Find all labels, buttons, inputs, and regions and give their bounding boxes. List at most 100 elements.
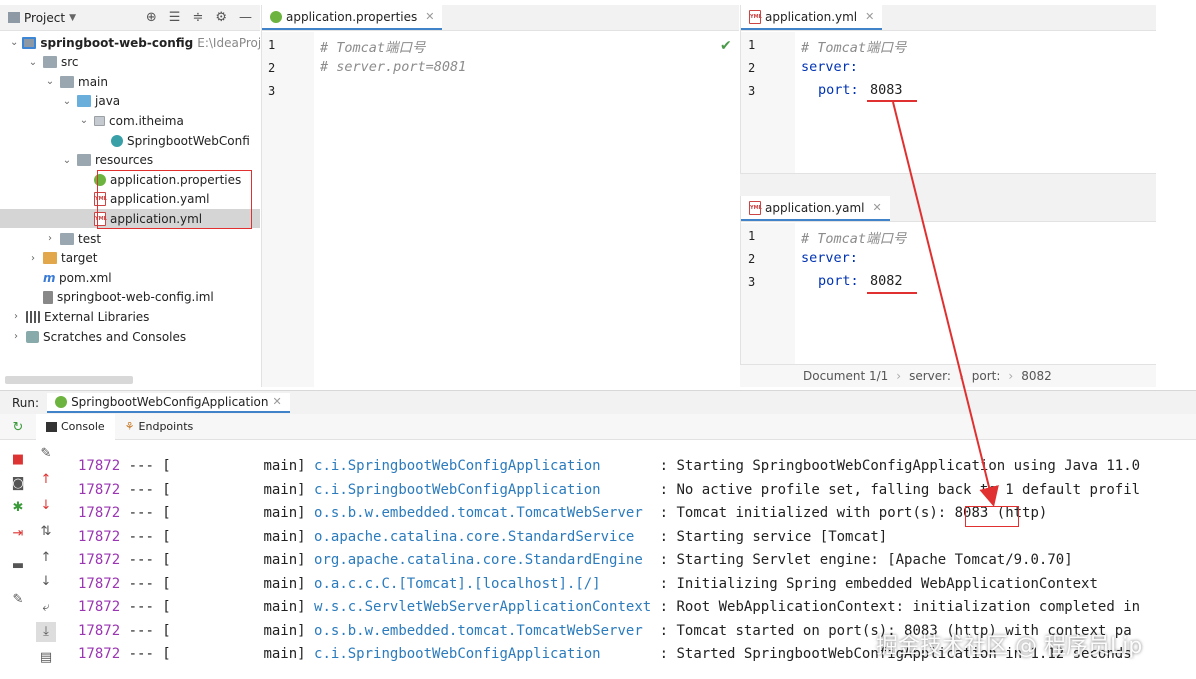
gear-icon[interactable]: ⚙	[215, 10, 227, 25]
debug-icon[interactable]: ✱	[8, 498, 28, 518]
chevron-down-icon[interactable]: ⌄	[27, 57, 39, 68]
chevron-right-icon[interactable]: ›	[44, 233, 56, 244]
code-port-value[interactable]: 8083	[870, 82, 903, 98]
code-port-value[interactable]: 8082	[870, 273, 903, 289]
tab-application-properties[interactable]: application.properties ✕	[262, 5, 443, 30]
code-port-key[interactable]: port:	[818, 82, 859, 98]
camera-icon[interactable]: ◙	[8, 474, 28, 494]
chevron-down-icon[interactable]: ⌄	[61, 155, 73, 166]
chevron-down-icon[interactable]: ⌄	[61, 96, 73, 107]
editor-yaml: YML application.yaml ✕ 1 2 3 # Tomcat端口号…	[740, 196, 1156, 364]
tab-application-yaml[interactable]: YML application.yaml ✕	[741, 196, 890, 221]
log-logger[interactable]: o.apache.catalina.core.StandardService	[314, 529, 651, 545]
log-logger[interactable]: org.apache.catalina.core.StandardEngine	[314, 552, 651, 568]
log-logger[interactable]: w.s.c.ServletWebServerApplicationContext	[314, 599, 651, 615]
log-logger[interactable]: o.a.c.c.C.[Tomcat].[localhost].[/]	[314, 576, 651, 592]
editor-yml: YML application.yml ✕ 1 2 3 # Tomcat端口号 …	[740, 5, 1156, 173]
tree-item[interactable]: ⌄ java	[0, 92, 260, 111]
tree-item[interactable]: ⌄ src	[0, 53, 260, 72]
scroll-down-icon[interactable]: ↓	[36, 572, 56, 592]
run-config-tab[interactable]: SpringbootWebConfigApplication ✕	[47, 392, 290, 413]
expand-all-icon[interactable]: ☰	[169, 10, 181, 25]
tree-item[interactable]: springboot-web-config.iml	[0, 288, 260, 307]
line-number: 2	[748, 61, 756, 75]
chevron-down-icon[interactable]: ⌄	[10, 37, 18, 48]
tab-label: application.properties	[286, 9, 418, 24]
folder-blue-icon	[77, 95, 91, 108]
close-icon[interactable]: ✕	[873, 201, 882, 214]
close-icon[interactable]: ✕	[425, 10, 434, 23]
project-view-selector[interactable]: Project ▼	[8, 11, 76, 25]
log-logger[interactable]: o.s.b.w.embedded.tomcat.TomcatWebServer	[314, 623, 651, 639]
log-pid: 17872	[78, 481, 121, 498]
chevron-right-icon[interactable]: ›	[27, 253, 39, 264]
close-icon[interactable]: ✕	[273, 395, 282, 408]
arrow-up-icon[interactable]: ↑	[36, 470, 56, 490]
watermark: 掘金技术社区 @ 程序员Lip	[876, 634, 1143, 659]
chevron-down-icon[interactable]: ⌄	[44, 76, 56, 87]
tree-item[interactable]: › test	[0, 229, 260, 248]
line-number: 2	[268, 61, 276, 75]
rerun-icon[interactable]: ↻	[8, 418, 28, 438]
line-number: 1	[748, 229, 756, 243]
console-icon	[46, 421, 57, 432]
tree-item[interactable]: ⌄ resources	[0, 151, 260, 170]
log-thread: --- [ main]	[120, 505, 315, 521]
close-icon[interactable]: ✕	[865, 10, 874, 23]
layout-icon[interactable]: ▬	[8, 556, 28, 576]
tree-item[interactable]: › External Libraries	[0, 307, 260, 326]
chevron-down-icon[interactable]: ⌄	[78, 115, 90, 126]
log-logger[interactable]: c.i.SpringbootWebConfigApplication	[314, 482, 651, 498]
breadcrumb-item[interactable]: server:	[909, 369, 951, 383]
class-icon	[111, 134, 123, 147]
soft-wrap-icon[interactable]: ⤶	[36, 598, 56, 618]
chevron-down-icon: ▼	[69, 12, 76, 23]
log-logger[interactable]: o.s.b.w.embedded.tomcat.TomcatWebServer	[314, 505, 651, 521]
pin-icon[interactable]: ✎	[8, 590, 28, 610]
code-server-key[interactable]: server:	[801, 250, 858, 266]
tree-item[interactable]: m pom.xml	[0, 268, 260, 287]
tree-item[interactable]: ⌄ main	[0, 72, 260, 91]
tree-item[interactable]: › target	[0, 249, 260, 268]
edit-icon[interactable]: ✎	[36, 444, 56, 464]
code-comment[interactable]: # Tomcat端口号	[801, 227, 907, 247]
project-icon	[8, 12, 20, 23]
exit-icon[interactable]: ⇥	[8, 524, 28, 544]
scroll-end-icon[interactable]: ⤓	[36, 622, 56, 642]
chevron-right-icon[interactable]: ›	[10, 311, 22, 322]
code-port-key[interactable]: port:	[818, 273, 859, 289]
breadcrumb-item[interactable]: 8082	[1021, 369, 1052, 383]
log-message: : Starting SpringbootWebConfigApplicatio…	[651, 458, 1141, 474]
chevron-right-icon[interactable]: ›	[10, 331, 22, 342]
log-logger[interactable]: c.i.SpringbootWebConfigApplication	[314, 646, 651, 662]
collapse-all-icon[interactable]: ≑	[192, 10, 203, 25]
print-icon[interactable]: ▤	[36, 648, 56, 668]
code-comment[interactable]: # Tomcat端口号	[801, 36, 907, 56]
log-logger[interactable]: c.i.SpringbootWebConfigApplication	[314, 458, 651, 474]
code-line[interactable]: # Tomcat端口号	[320, 36, 426, 56]
tree-item[interactable]: ⌄ com.itheima	[0, 111, 260, 130]
tree-scrollbar[interactable]	[5, 376, 133, 384]
tree-item-label: target	[61, 251, 98, 266]
locate-icon[interactable]: ⊕	[146, 10, 157, 25]
code-server-key[interactable]: server:	[801, 59, 858, 75]
scroll-up-icon[interactable]: ↑	[36, 548, 56, 568]
tab-endpoints[interactable]: ⚘ Endpoints	[115, 414, 204, 440]
code-line[interactable]: # server.port=8081	[320, 59, 466, 75]
run-subtabs: Console ⚘ Endpoints	[0, 413, 1196, 440]
log-pid: 17872	[78, 622, 121, 639]
tree-item[interactable]: › Scratches and Consoles	[0, 327, 260, 346]
tab-console[interactable]: Console	[36, 413, 115, 440]
tree-item[interactable]: ⌄ springboot-web-configE:\IdeaProje	[0, 33, 260, 52]
sort-icon[interactable]: ⇅	[36, 522, 56, 542]
stop-icon[interactable]: ■	[8, 450, 28, 470]
hide-icon[interactable]: —	[239, 10, 252, 25]
editor-splitter[interactable]	[740, 173, 1156, 196]
breadcrumb-item[interactable]: Document 1/1	[803, 369, 888, 383]
arrow-down-icon[interactable]: ↓	[36, 496, 56, 516]
tree-item[interactable]: SpringbootWebConfi	[0, 131, 260, 150]
tree-item-label: java	[95, 94, 121, 109]
tab-application-yml[interactable]: YML application.yml ✕	[741, 5, 883, 30]
breadcrumb-item[interactable]: port:	[972, 369, 1001, 383]
log-pid: 17872	[78, 552, 121, 568]
